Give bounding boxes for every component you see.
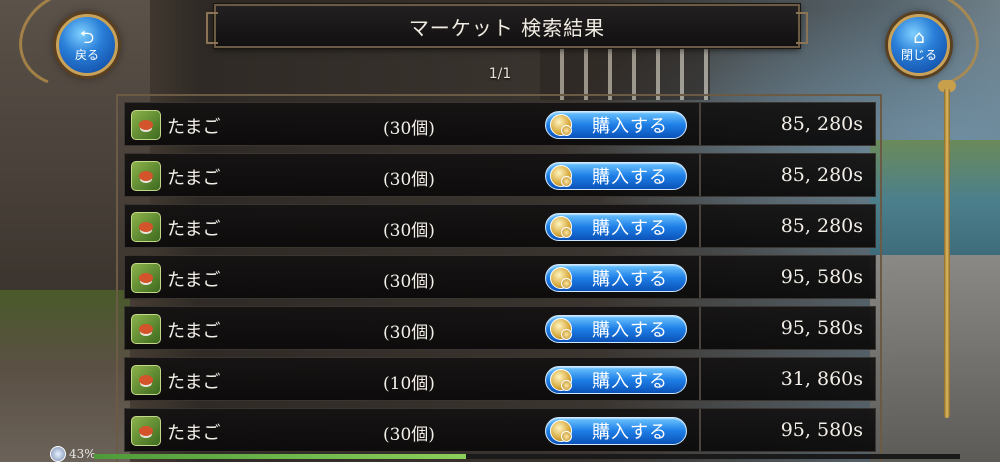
item-price: 85, 280s	[780, 113, 863, 135]
item-name: たまご	[167, 423, 221, 444]
listing-row: たまご (30個) 購入する 85, 280s	[124, 204, 876, 248]
item-name: たまご	[167, 321, 221, 342]
progress-bar	[94, 454, 960, 459]
buy-button-label: 購入する	[592, 422, 668, 443]
egg-item-icon	[131, 416, 161, 446]
egg-item-icon	[131, 263, 161, 293]
buy-button[interactable]: 購入する	[545, 315, 687, 343]
buy-button[interactable]: 購入する	[545, 264, 687, 292]
close-button-label: 閉じる	[900, 47, 937, 62]
background-sea	[870, 140, 1000, 260]
coin-icon	[550, 216, 572, 238]
egg-item-icon	[131, 161, 161, 191]
background-ground	[0, 290, 130, 462]
home-icon: ⌂	[913, 26, 925, 48]
coin-icon	[550, 318, 572, 340]
buy-button-label: 購入する	[592, 116, 668, 137]
buy-button[interactable]: 購入する	[545, 111, 687, 139]
item-quantity: (30個)	[383, 323, 435, 343]
coin-icon	[550, 369, 572, 391]
egg-item-icon	[131, 110, 161, 140]
buy-button[interactable]: 購入する	[545, 366, 687, 394]
buy-button-label: 購入する	[592, 371, 668, 392]
item-quantity: (30個)	[383, 119, 435, 139]
item-name: たまご	[167, 219, 221, 240]
item-name: たまご	[167, 372, 221, 393]
item-price: 95, 580s	[780, 266, 863, 288]
buy-button-label: 購入する	[592, 320, 668, 341]
listing-row: たまご (30個) 購入する 85, 280s	[124, 153, 876, 197]
page-title: マーケット 検索結果	[408, 15, 606, 40]
listing-row: たまご (10個) 購入する 31, 860s	[124, 357, 876, 401]
listing-row: たまご (30個) 購入する 95, 580s	[124, 408, 876, 452]
item-price: 95, 580s	[780, 317, 863, 339]
egg-item-icon	[131, 365, 161, 395]
buy-button[interactable]: 購入する	[545, 162, 687, 190]
buy-button-label: 購入する	[592, 167, 668, 188]
status-percent: 43%	[69, 447, 96, 461]
return-arrow-icon: ⮌	[79, 26, 95, 48]
egg-item-icon	[131, 212, 161, 242]
back-button[interactable]: ⮌ 戻る	[56, 14, 118, 76]
coin-icon	[550, 420, 572, 442]
page-title-bar: マーケット 検索結果	[206, 4, 808, 48]
item-name: たまご	[167, 270, 221, 291]
item-name: たまご	[167, 168, 221, 189]
listing-row: たまご (30個) 購入する 85, 280s	[124, 102, 876, 146]
egg-item-icon	[131, 314, 161, 344]
column-divider	[699, 409, 701, 451]
listing-row: たまご (30個) 購入する 95, 580s	[124, 306, 876, 350]
back-button-label: 戻る	[74, 47, 99, 62]
background-pier	[870, 255, 1000, 462]
close-button[interactable]: ⌂ 閉じる	[888, 14, 950, 76]
column-divider	[699, 205, 701, 247]
item-name: たまご	[167, 117, 221, 138]
item-quantity: (30個)	[383, 170, 435, 190]
buy-button[interactable]: 購入する	[545, 417, 687, 445]
buy-button[interactable]: 購入する	[545, 213, 687, 241]
coin-icon	[550, 114, 572, 136]
buy-button-label: 購入する	[592, 269, 668, 290]
background-house	[540, 40, 710, 100]
item-price: 85, 280s	[780, 164, 863, 186]
item-price: 95, 580s	[780, 419, 863, 441]
listing-row: たまご (30個) 購入する 95, 580s	[124, 255, 876, 299]
column-divider	[699, 358, 701, 400]
item-quantity: (30個)	[383, 221, 435, 241]
scrollbar[interactable]	[944, 88, 950, 418]
column-divider	[699, 256, 701, 298]
page-indicator: 1/1	[488, 66, 512, 82]
item-quantity: (30個)	[383, 272, 435, 292]
item-price: 31, 860s	[780, 368, 863, 390]
progress-bar-fill	[94, 454, 467, 459]
status-icon	[50, 446, 66, 462]
buy-button-label: 購入する	[592, 218, 668, 239]
coin-icon	[550, 267, 572, 289]
item-quantity: (30個)	[383, 425, 435, 445]
column-divider	[699, 103, 701, 145]
item-price: 85, 280s	[780, 215, 863, 237]
item-quantity: (10個)	[383, 374, 435, 394]
coin-icon	[550, 165, 572, 187]
status-indicator: 43%	[50, 446, 96, 462]
column-divider	[699, 307, 701, 349]
column-divider	[699, 154, 701, 196]
